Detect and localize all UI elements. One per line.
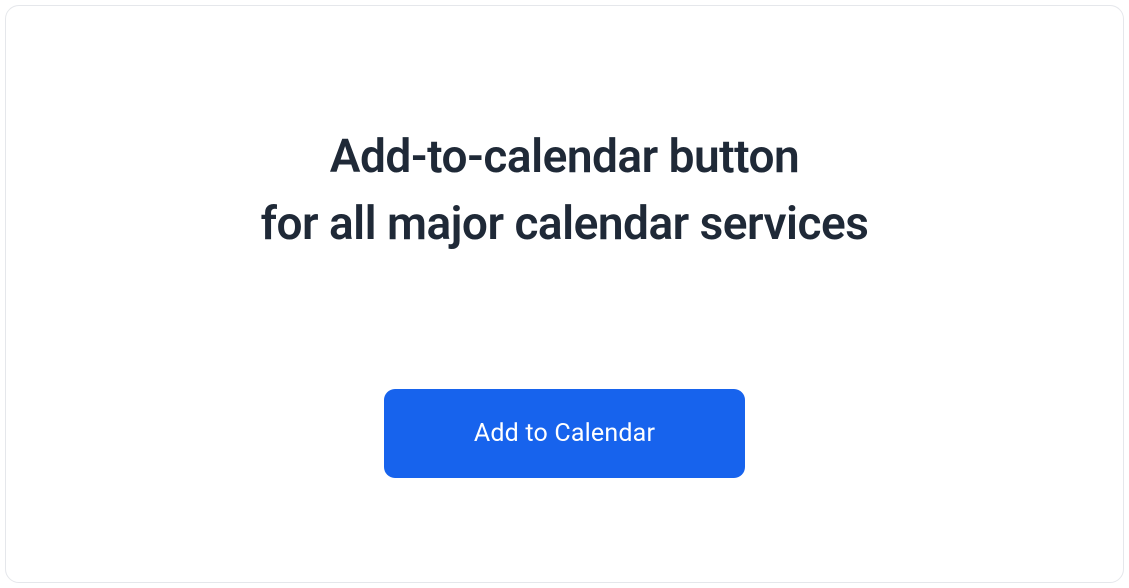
heading-line-2: for all major calendar services: [261, 191, 869, 258]
heading-line-1: Add-to-calendar button: [261, 124, 869, 191]
add-to-calendar-button[interactable]: Add to Calendar: [384, 389, 745, 478]
page-heading: Add-to-calendar button for all major cal…: [261, 124, 869, 257]
content-card: Add-to-calendar button for all major cal…: [5, 5, 1124, 583]
